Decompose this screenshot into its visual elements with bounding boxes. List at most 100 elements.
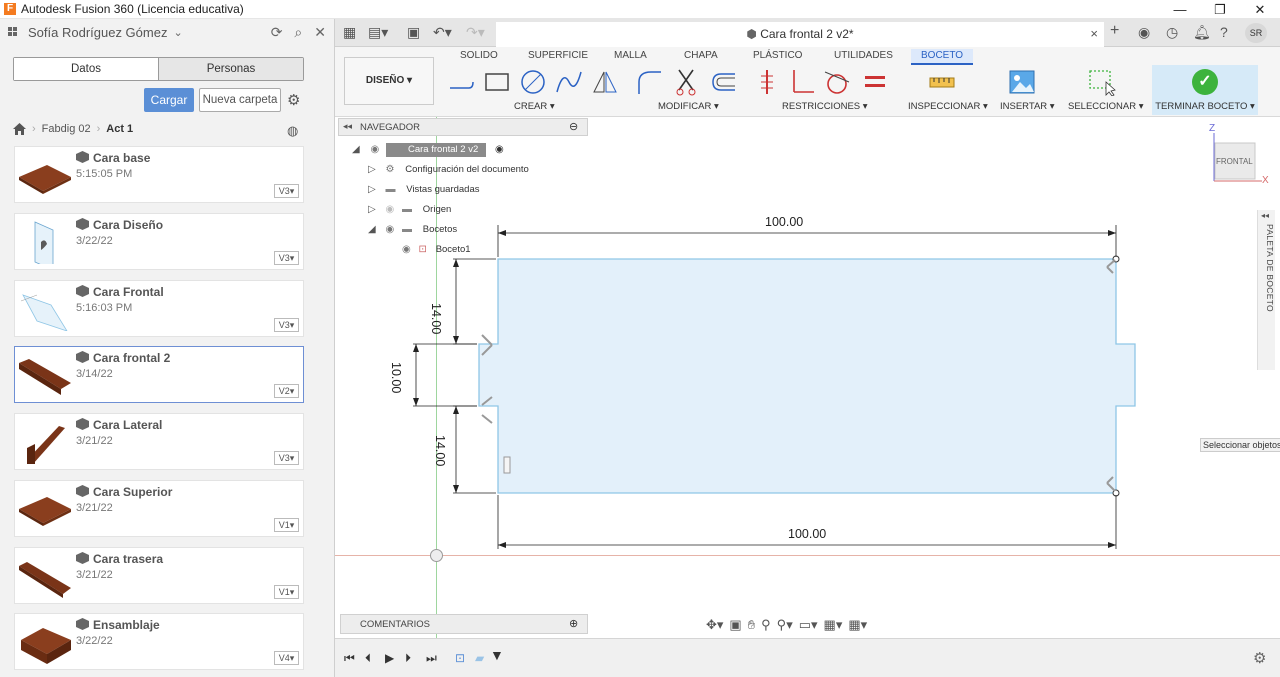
pan-hand-icon[interactable]: ✋︎ xyxy=(748,617,755,633)
list-item[interactable]: Cara Lateral 3/21/22 V3▾ xyxy=(14,413,304,470)
dimension-left-lower[interactable]: 14.00 xyxy=(433,435,447,466)
trim-scissors-icon[interactable] xyxy=(673,68,701,96)
gear-icon[interactable]: ⚙ xyxy=(287,91,300,109)
eye-icon[interactable]: ◉ xyxy=(385,224,394,235)
version-badge[interactable]: V1▾ xyxy=(274,518,299,532)
navigator-sketch[interactable]: ◉ ⊡ Boceto1 xyxy=(402,241,471,259)
go-to-start-icon[interactable]: ⏮ xyxy=(344,651,355,666)
dimension-top[interactable]: 100.00 xyxy=(765,215,803,229)
select-menu[interactable]: SELECCIONAR ▾ xyxy=(1068,101,1144,112)
create-menu[interactable]: CREAR ▾ xyxy=(514,101,555,112)
tab-malla[interactable]: MALLA xyxy=(614,49,647,65)
timeline-settings-gear-icon[interactable]: ⚙ xyxy=(1253,649,1266,667)
version-badge[interactable]: V3▾ xyxy=(274,451,299,465)
play-icon[interactable]: ▶ xyxy=(385,651,394,665)
view-cube-face-label[interactable]: FRONTAL xyxy=(1216,157,1253,166)
close-icon[interactable]: ✕ xyxy=(314,24,326,41)
orbit-icon[interactable]: ✥▾ xyxy=(706,617,723,633)
perpendicular-constraint-icon[interactable] xyxy=(788,68,816,96)
new-folder-button[interactable]: Nueva carpeta xyxy=(199,88,281,112)
dimension-bottom[interactable]: 100.00 xyxy=(788,527,826,541)
dimension-left-middle[interactable]: 10.00 xyxy=(389,362,403,393)
eye-hidden-icon[interactable]: ◉ xyxy=(385,204,394,215)
apps-grid-icon[interactable]: ▦ xyxy=(343,24,356,41)
tab-chapa[interactable]: CHAPA xyxy=(684,49,718,65)
tangent-constraint-icon[interactable] xyxy=(823,68,851,96)
expand-icon[interactable]: ▷ xyxy=(368,184,376,195)
extensions-icon[interactable]: ◉ xyxy=(1138,24,1150,41)
comments-panel-header[interactable]: COMENTARIOS ⊕ xyxy=(340,614,588,634)
tab-plastico[interactable]: PLÁSTICO xyxy=(753,49,802,65)
tab-solido[interactable]: SOLIDO xyxy=(460,49,498,65)
look-at-icon[interactable]: ▣ xyxy=(729,617,741,633)
notifications-icon[interactable]: 🔔︎ xyxy=(1193,24,1211,41)
fillet-tool-icon[interactable] xyxy=(635,68,663,96)
fit-icon[interactable]: ⚲▾ xyxy=(777,617,793,633)
grid-settings-icon[interactable]: ▦▾ xyxy=(824,617,843,633)
help-icon[interactable]: ? xyxy=(1220,24,1228,40)
close-window-button[interactable]: ✕ xyxy=(1240,0,1280,19)
mirror-tool-icon[interactable] xyxy=(591,68,619,96)
breadcrumb-current[interactable]: Act 1 xyxy=(106,123,133,135)
list-item[interactable]: Cara Superior 3/21/22 V1▾ xyxy=(14,480,304,537)
new-tab-icon[interactable]: + xyxy=(1110,22,1119,40)
inspect-menu[interactable]: INSPECCIONAR ▾ xyxy=(908,101,988,112)
globe-icon[interactable]: ◍ xyxy=(287,123,298,139)
eye-icon[interactable]: ◉ xyxy=(402,244,411,255)
list-item[interactable]: Cara trasera 3/21/22 V1▾ xyxy=(14,547,304,604)
go-to-end-icon[interactable]: ⏭ xyxy=(426,651,437,666)
navigator-node[interactable]: ▷ ⚙ Configuración del documento xyxy=(368,161,529,179)
avatar[interactable]: SR xyxy=(1245,23,1267,43)
version-badge[interactable]: V1▾ xyxy=(274,585,299,599)
sketch-palette-tab[interactable]: ◂◂ PALETA DE BOCETO xyxy=(1257,210,1275,370)
refresh-icon[interactable]: ⟳ xyxy=(271,24,283,41)
modify-menu[interactable]: MODIFICAR ▾ xyxy=(658,101,719,112)
dimension-left-upper[interactable]: 14.00 xyxy=(429,303,443,334)
tab-superficie[interactable]: SUPERFICIE xyxy=(528,49,588,65)
timeline-feature-icon[interactable]: ▰ xyxy=(475,651,484,665)
add-comment-icon[interactable]: ⊕ xyxy=(569,617,578,630)
measure-ruler-icon[interactable] xyxy=(928,68,956,96)
activate-radio-icon[interactable]: ◉ xyxy=(495,144,504,155)
viewports-icon[interactable]: ▦▾ xyxy=(848,617,867,633)
minimize-panel-icon[interactable]: ⊖ xyxy=(569,120,578,133)
expand-icon[interactable]: ◢ xyxy=(368,224,376,235)
list-item-selected[interactable]: Cara frontal 2 3/14/22 V2▾ xyxy=(14,346,304,403)
document-tab[interactable]: ⬢ Cara frontal 2 v2* × xyxy=(496,22,1104,47)
spline-tool-icon[interactable] xyxy=(555,68,583,96)
browser-navigator-header[interactable]: ◂◂ NAVEGADOR ⊖ xyxy=(338,118,588,136)
undo-icon[interactable]: ↶▾ xyxy=(433,24,452,41)
equal-constraint-icon[interactable] xyxy=(861,68,889,96)
navigator-node[interactable]: ▷ ▬ Vistas guardadas xyxy=(368,181,480,199)
expand-palette-icon[interactable]: ◂◂ xyxy=(1261,211,1269,220)
file-icon[interactable]: ▤▾ xyxy=(368,24,388,41)
job-status-icon[interactable]: ◷ xyxy=(1166,24,1178,41)
expand-icon[interactable]: ◢ xyxy=(352,144,360,155)
insert-image-icon[interactable] xyxy=(1008,68,1036,96)
eye-icon[interactable]: ◉ xyxy=(370,144,379,155)
tab-utilidades[interactable]: UTILIDADES xyxy=(834,49,893,65)
save-icon[interactable]: ▣ xyxy=(407,24,420,41)
expand-icon[interactable]: ▷ xyxy=(368,164,376,175)
team-icon[interactable] xyxy=(8,26,22,39)
search-icon[interactable]: ⌕ xyxy=(294,24,302,41)
circle-tool-icon[interactable] xyxy=(519,68,547,96)
select-window-icon[interactable] xyxy=(1088,68,1116,96)
list-item[interactable]: Ensamblaje 3/22/22 V4▾ xyxy=(14,613,304,670)
user-name[interactable]: Sofía Rodríguez Gómez xyxy=(28,25,167,40)
version-badge[interactable]: V3▾ xyxy=(274,184,299,198)
constraints-menu[interactable]: RESTRICCIONES ▾ xyxy=(782,101,868,112)
breadcrumb-item[interactable]: Fabdig 02 xyxy=(42,123,91,135)
insert-menu[interactable]: INSERTAR ▾ xyxy=(1000,101,1055,112)
minimize-button[interactable]: — xyxy=(1160,0,1200,19)
list-item[interactable]: Cara Diseño 3/22/22 V3▾ xyxy=(14,213,304,270)
navigator-node[interactable]: ▷ ◉ ▬ Origen xyxy=(368,201,451,219)
close-tab-button[interactable]: × xyxy=(1090,22,1098,46)
version-badge[interactable]: V4▾ xyxy=(274,651,299,665)
collapse-icon[interactable]: ◂◂ xyxy=(343,121,352,132)
step-back-icon[interactable]: ⏴ xyxy=(365,651,371,666)
line-tool-icon[interactable] xyxy=(447,68,475,96)
navigator-root[interactable]: ◢ ◉ Cara frontal 2 v2 ◉ xyxy=(352,141,504,159)
rectangle-tool-icon[interactable] xyxy=(483,68,511,96)
tab-personas[interactable]: Personas xyxy=(159,58,303,80)
